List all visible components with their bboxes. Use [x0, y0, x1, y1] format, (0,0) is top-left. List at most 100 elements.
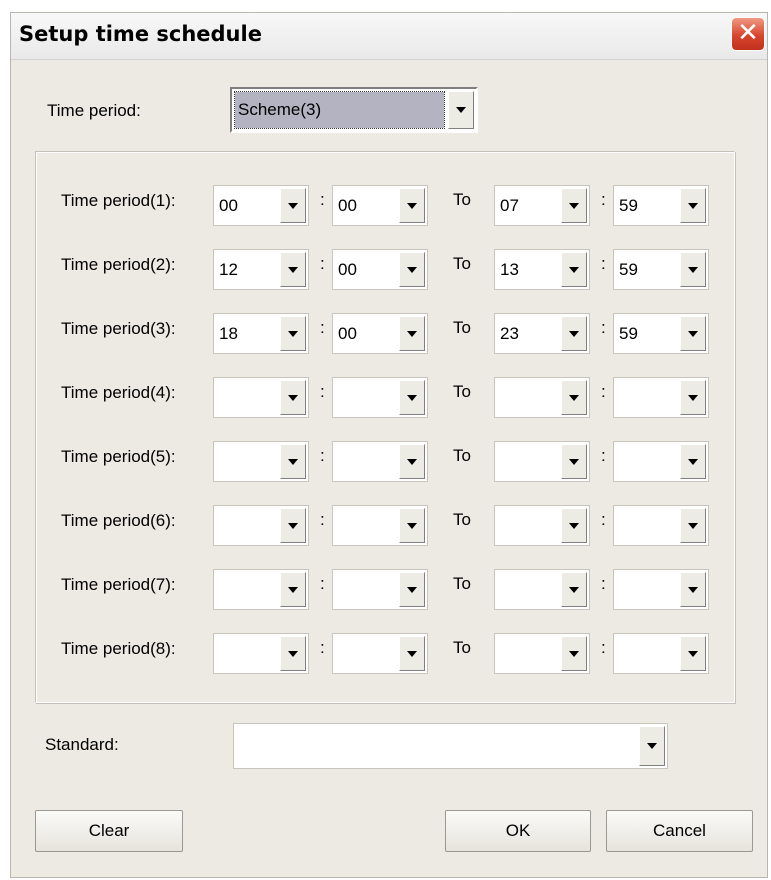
to-minute-value: 59	[619, 259, 638, 279]
chevron-down-icon	[569, 458, 579, 465]
from-hour-value: 00	[219, 195, 238, 215]
to-label: To	[453, 510, 471, 529]
time-period-scheme-select[interactable]: Scheme(3)	[230, 87, 478, 133]
to-colon: :	[601, 318, 606, 337]
to-hour-select[interactable]	[494, 441, 590, 482]
to-hour-select[interactable]	[494, 633, 590, 674]
dropdown-button[interactable]	[280, 508, 306, 543]
dropdown-button[interactable]	[680, 252, 706, 287]
to-label: To	[453, 574, 471, 593]
to-minute-select[interactable]: 59	[613, 249, 709, 290]
to-hour-select[interactable]: 13	[494, 249, 590, 290]
dropdown-button[interactable]	[561, 316, 587, 351]
chevron-down-icon	[288, 650, 298, 657]
dropdown-button[interactable]	[280, 252, 306, 287]
from-hour-select[interactable]	[213, 441, 309, 482]
dropdown-button[interactable]	[680, 380, 706, 415]
from-hour-select[interactable]: 18	[213, 313, 309, 354]
from-hour-select[interactable]	[213, 633, 309, 674]
dropdown-button[interactable]	[399, 444, 425, 479]
dropdown-button[interactable]	[399, 572, 425, 607]
dropdown-button[interactable]	[680, 188, 706, 223]
chevron-down-icon	[688, 650, 698, 657]
close-button[interactable]: ✕	[731, 17, 765, 51]
to-hour-select[interactable]: 07	[494, 185, 590, 226]
to-hour-select[interactable]	[494, 569, 590, 610]
from-colon: :	[320, 190, 325, 209]
dropdown-button[interactable]	[280, 572, 306, 607]
dropdown-button[interactable]	[399, 316, 425, 351]
to-minute-select[interactable]: 59	[613, 185, 709, 226]
dropdown-button[interactable]	[561, 508, 587, 543]
dropdown-button[interactable]	[561, 380, 587, 415]
chevron-down-icon	[288, 202, 298, 209]
dropdown-button[interactable]	[561, 636, 587, 671]
dropdown-button[interactable]	[680, 508, 706, 543]
dropdown-button[interactable]	[680, 316, 706, 351]
to-colon: :	[601, 190, 606, 209]
dropdown-button[interactable]	[680, 636, 706, 671]
from-minute-select[interactable]	[332, 569, 428, 610]
title-bar[interactable]: Setup time schedule ✕	[11, 13, 767, 60]
to-minute-value: 59	[619, 195, 638, 215]
chevron-down-icon	[407, 266, 417, 273]
from-hour-select[interactable]	[213, 377, 309, 418]
dropdown-button[interactable]	[399, 380, 425, 415]
to-minute-select[interactable]	[613, 377, 709, 418]
chevron-down-icon	[288, 458, 298, 465]
from-hour-select[interactable]: 12	[213, 249, 309, 290]
dropdown-button[interactable]	[399, 508, 425, 543]
time-period-label: Time period(7):	[61, 575, 176, 594]
chevron-down-icon	[569, 586, 579, 593]
dropdown-button[interactable]	[399, 636, 425, 671]
dropdown-button[interactable]	[280, 380, 306, 415]
clear-button[interactable]: Clear	[35, 810, 183, 852]
dropdown-button[interactable]	[448, 91, 474, 129]
to-hour-value: 07	[500, 195, 519, 215]
dropdown-button[interactable]	[680, 444, 706, 479]
dropdown-button[interactable]	[399, 188, 425, 223]
to-hour-select[interactable]	[494, 505, 590, 546]
dropdown-button[interactable]	[639, 726, 665, 766]
from-colon: :	[320, 446, 325, 465]
from-minute-select[interactable]: 00	[332, 313, 428, 354]
chevron-down-icon	[407, 202, 417, 209]
to-hour-select[interactable]: 23	[494, 313, 590, 354]
dropdown-button[interactable]	[561, 444, 587, 479]
from-colon: :	[320, 254, 325, 273]
from-minute-select[interactable]	[332, 505, 428, 546]
dropdown-button[interactable]	[561, 252, 587, 287]
from-hour-select[interactable]	[213, 569, 309, 610]
dropdown-button[interactable]	[280, 636, 306, 671]
time-period-label: Time period(6):	[61, 511, 176, 530]
dropdown-button[interactable]	[399, 252, 425, 287]
dropdown-button[interactable]	[561, 188, 587, 223]
to-minute-select[interactable]	[613, 569, 709, 610]
from-minute-select[interactable]	[332, 377, 428, 418]
to-minute-select[interactable]: 59	[613, 313, 709, 354]
dropdown-button[interactable]	[561, 572, 587, 607]
chevron-down-icon	[569, 202, 579, 209]
from-minute-select[interactable]	[332, 633, 428, 674]
from-hour-select[interactable]	[213, 505, 309, 546]
dropdown-button[interactable]	[680, 572, 706, 607]
cancel-button[interactable]: Cancel	[606, 810, 753, 852]
from-minute-select[interactable]: 00	[332, 185, 428, 226]
dropdown-button[interactable]	[280, 316, 306, 351]
dropdown-button[interactable]	[280, 444, 306, 479]
to-minute-select[interactable]	[613, 505, 709, 546]
from-hour-select[interactable]: 00	[213, 185, 309, 226]
standard-select[interactable]	[233, 723, 668, 769]
to-hour-select[interactable]	[494, 377, 590, 418]
chevron-down-icon	[288, 586, 298, 593]
ok-button[interactable]: OK	[445, 810, 591, 852]
dropdown-button[interactable]	[280, 188, 306, 223]
chevron-down-icon	[288, 266, 298, 273]
from-minute-select[interactable]	[332, 441, 428, 482]
to-colon: :	[601, 574, 606, 593]
chevron-down-icon	[688, 586, 698, 593]
to-minute-select[interactable]	[613, 441, 709, 482]
to-minute-select[interactable]	[613, 633, 709, 674]
time-period-label: Time period(5):	[61, 447, 176, 466]
from-minute-select[interactable]: 00	[332, 249, 428, 290]
